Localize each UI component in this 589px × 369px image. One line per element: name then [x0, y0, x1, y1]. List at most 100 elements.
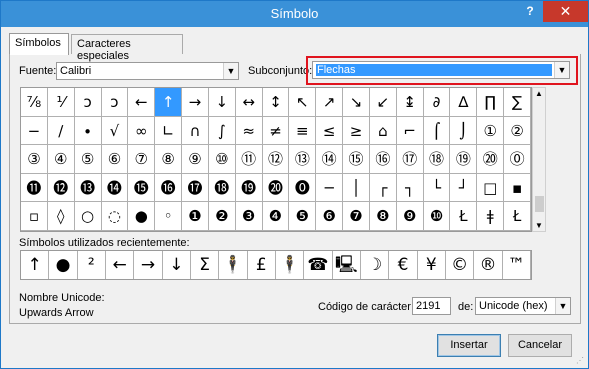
recent-symbol-cell[interactable]: ²	[78, 251, 106, 279]
symbol-cell[interactable]: ①	[477, 116, 505, 146]
recent-symbol-cell[interactable]: →	[134, 251, 163, 279]
symbol-cell[interactable]: └	[423, 173, 451, 203]
symbol-cell[interactable]: ⑬	[289, 145, 317, 174]
symbol-cell[interactable]: ∏	[477, 88, 505, 117]
symbol-cell[interactable]: ⑤	[74, 145, 102, 174]
recent-symbols[interactable]: ↑ ● ² ← → ↓ Σ 🕴 £ 🕴 ☎ 🖳 ☽ € ¥ © ® ™	[20, 250, 532, 280]
symbol-cell[interactable]: ∑	[504, 88, 531, 117]
recent-symbol-cell[interactable]: ☽	[361, 251, 390, 279]
symbol-cell[interactable]: ⌡	[450, 116, 478, 146]
recent-symbol-cell[interactable]: ↑	[21, 251, 50, 279]
symbol-cell[interactable]: ⑰	[396, 145, 424, 174]
insert-button[interactable]: Insertar	[437, 334, 501, 357]
symbol-cell[interactable]: ≥	[343, 116, 370, 146]
symbol-cell[interactable]: −	[21, 116, 48, 146]
symbol-cell[interactable]: ↗	[316, 88, 344, 117]
symbol-cell[interactable]: ⓲	[208, 173, 236, 203]
symbol-cell[interactable]: ❽	[369, 202, 397, 231]
symbol-cell[interactable]: ↕	[262, 88, 290, 117]
symbol-cell[interactable]: ⑱	[423, 145, 451, 174]
symbol-grid[interactable]: ⅞ ⅟ ↄ ↄ ← ↑ → ↓ ↔ ↕ ↖ ↗ ↘ ↙ ↨ ∂ ∆ ∏ ∑ − ∕ ∙ √ ∞ ∟ ∩ ∫ ≈ ≠ ≡ ≤ ≥ ⌂ ⌐ ⌠ ⌡ ① ② ③ ④…	[20, 87, 532, 232]
recent-symbol-cell[interactable]: ↓	[163, 251, 191, 279]
symbol-cell[interactable]: □	[477, 173, 505, 203]
recent-symbol-cell[interactable]: 🖳	[333, 251, 361, 279]
symbol-cell[interactable]: ─	[316, 173, 344, 203]
symbol-cell[interactable]: ↓	[208, 88, 236, 117]
symbol-cell[interactable]: ❾	[396, 202, 424, 231]
symbol-cell[interactable]: ⓿	[289, 173, 317, 203]
symbol-cell[interactable]: ≡	[289, 116, 317, 146]
symbol-cell[interactable]: ▫	[21, 202, 48, 231]
symbol-cell[interactable]: ⓭	[74, 173, 102, 203]
symbol-cell[interactable]: ⑫	[262, 145, 290, 174]
from-select[interactable]: Unicode (hex) ▼	[475, 297, 571, 315]
symbol-cell[interactable]: ◊	[47, 202, 75, 231]
symbol-cell[interactable]: ⑩	[208, 145, 236, 174]
symbol-cell[interactable]: ≈	[235, 116, 263, 146]
symbol-cell[interactable]: ⓪	[504, 145, 531, 174]
cancel-button[interactable]: Cancelar	[508, 334, 572, 357]
symbol-cell[interactable]: ∂	[423, 88, 451, 117]
recent-symbol-cell[interactable]: ™	[503, 251, 531, 279]
symbol-cell[interactable]: ⑭	[316, 145, 344, 174]
chevron-down-icon[interactable]: ▼	[555, 298, 570, 314]
symbol-cell[interactable]: ⑨	[182, 145, 209, 174]
recent-symbol-cell[interactable]: 🕴	[219, 251, 248, 279]
symbol-cell[interactable]: ǂ	[477, 202, 505, 231]
grid-scrollbar[interactable]: ▲ ▼	[532, 87, 546, 232]
symbol-cell[interactable]: ⑦	[128, 145, 156, 174]
symbol-cell[interactable]: ❿	[423, 202, 451, 231]
symbol-cell[interactable]: ⓱	[182, 173, 209, 203]
symbol-cell[interactable]: ❷	[208, 202, 236, 231]
symbol-cell[interactable]: ┘	[450, 173, 478, 203]
symbol-cell[interactable]: ❻	[316, 202, 344, 231]
symbol-cell[interactable]: ←	[128, 88, 156, 117]
symbol-cell[interactable]: Ł	[504, 202, 531, 231]
symbol-cell[interactable]: ≤	[316, 116, 344, 146]
symbol-cell[interactable]: ⑲	[450, 145, 478, 174]
chevron-down-icon[interactable]: ▼	[223, 63, 238, 79]
scroll-up-icon[interactable]: ▲	[535, 89, 543, 98]
symbol-cell[interactable]: ◦	[155, 202, 183, 231]
recent-symbol-cell[interactable]: ©	[446, 251, 475, 279]
symbol-cell[interactable]: ❹	[262, 202, 290, 231]
symbol-cell[interactable]: ↙	[369, 88, 397, 117]
symbol-cell[interactable]: ❼	[343, 202, 370, 231]
symbol-cell[interactable]: ┌	[369, 173, 397, 203]
symbol-cell[interactable]: √	[101, 116, 129, 146]
resize-grip-icon[interactable]: ⋰	[576, 356, 586, 366]
help-button[interactable]: ?	[522, 4, 538, 20]
symbol-cell[interactable]: │	[343, 173, 370, 203]
recent-symbol-cell[interactable]: £	[248, 251, 276, 279]
recent-symbol-cell[interactable]: ®	[474, 251, 503, 279]
symbol-cell[interactable]: →	[182, 88, 209, 117]
symbol-cell[interactable]: ⅟	[47, 88, 75, 117]
symbol-cell[interactable]: ⓯	[128, 173, 156, 203]
symbol-cell[interactable]: ⓴	[262, 173, 290, 203]
close-button[interactable]: ✕	[543, 1, 588, 22]
char-code-input[interactable]: 2191	[412, 297, 451, 315]
symbol-cell[interactable]: ⌂	[369, 116, 397, 146]
symbol-cell[interactable]: ④	[47, 145, 75, 174]
symbol-cell[interactable]: ∙	[74, 116, 102, 146]
symbol-cell[interactable]: ⌠	[423, 116, 451, 146]
symbol-cell[interactable]: ∫	[208, 116, 236, 146]
symbol-cell[interactable]: ○	[74, 202, 102, 231]
symbol-cell[interactable]: ●	[128, 202, 156, 231]
symbol-cell[interactable]: ⑳	[477, 145, 505, 174]
symbol-cell[interactable]: ⓰	[155, 173, 183, 203]
symbol-cell[interactable]: ┐	[396, 173, 424, 203]
symbol-cell[interactable]: ∆	[450, 88, 478, 117]
symbol-cell[interactable]: ↨	[396, 88, 424, 117]
symbol-cell[interactable]: ⅞	[21, 88, 48, 117]
scroll-down-icon[interactable]: ▼	[535, 221, 543, 230]
symbol-cell[interactable]: ⓳	[235, 173, 263, 203]
symbol-cell[interactable]: ∟	[155, 116, 183, 146]
symbol-cell[interactable]: ↖	[289, 88, 317, 117]
recent-symbol-cell[interactable]: ●	[49, 251, 78, 279]
symbol-cell[interactable]: ⑮	[343, 145, 370, 174]
symbol-cell[interactable]: ↔	[235, 88, 263, 117]
symbol-cell[interactable]: ⓮	[101, 173, 129, 203]
symbol-cell[interactable]: ⑧	[155, 145, 183, 174]
symbol-cell[interactable]: ❺	[289, 202, 317, 231]
